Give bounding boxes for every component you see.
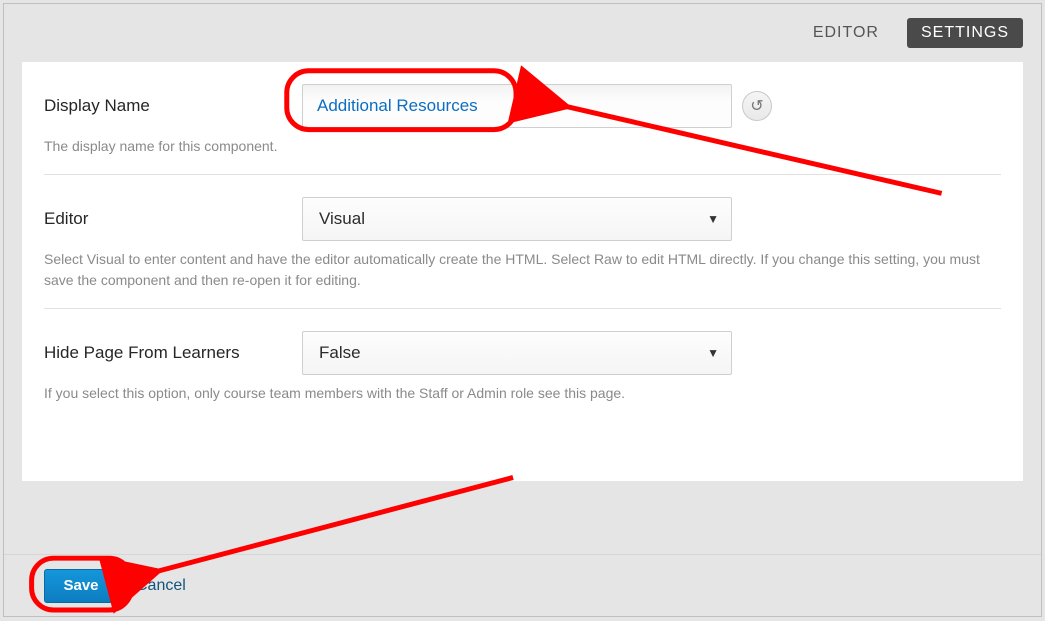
- setting-display-name: Display Name ↺ The display name for this…: [44, 62, 1001, 175]
- editor-select-value: Visual: [319, 209, 365, 229]
- hide-page-label: Hide Page From Learners: [44, 343, 302, 363]
- undo-icon: ↺: [750, 96, 763, 116]
- display-name-help: The display name for this component.: [44, 136, 1001, 156]
- setting-editor: Editor Visual ▼ Select Visual to enter c…: [44, 175, 1001, 309]
- save-button[interactable]: Save: [44, 569, 118, 603]
- settings-form: Display Name ↺ The display name for this…: [22, 62, 1023, 481]
- chevron-down-icon: ▼: [707, 212, 719, 226]
- settings-panel: EDITOR SETTINGS Display Name ↺ The displ…: [3, 3, 1042, 617]
- modal-footer: Save Cancel: [4, 554, 1041, 616]
- display-name-label: Display Name: [44, 96, 302, 116]
- cancel-link[interactable]: Cancel: [136, 577, 186, 595]
- reset-button[interactable]: ↺: [742, 91, 772, 121]
- tab-bar: EDITOR SETTINGS: [4, 4, 1041, 62]
- chevron-down-icon: ▼: [707, 346, 719, 360]
- editor-label: Editor: [44, 209, 302, 229]
- editor-select[interactable]: Visual ▼: [302, 197, 732, 241]
- display-name-input[interactable]: [302, 84, 732, 128]
- hide-page-select-value: False: [319, 343, 361, 363]
- editor-help: Select Visual to enter content and have …: [44, 249, 1001, 290]
- tab-settings[interactable]: SETTINGS: [907, 18, 1023, 48]
- tab-editor[interactable]: EDITOR: [799, 18, 893, 48]
- setting-hide-page: Hide Page From Learners False ▼ If you s…: [44, 309, 1001, 421]
- hide-page-help: If you select this option, only course t…: [44, 383, 1001, 403]
- hide-page-select[interactable]: False ▼: [302, 331, 732, 375]
